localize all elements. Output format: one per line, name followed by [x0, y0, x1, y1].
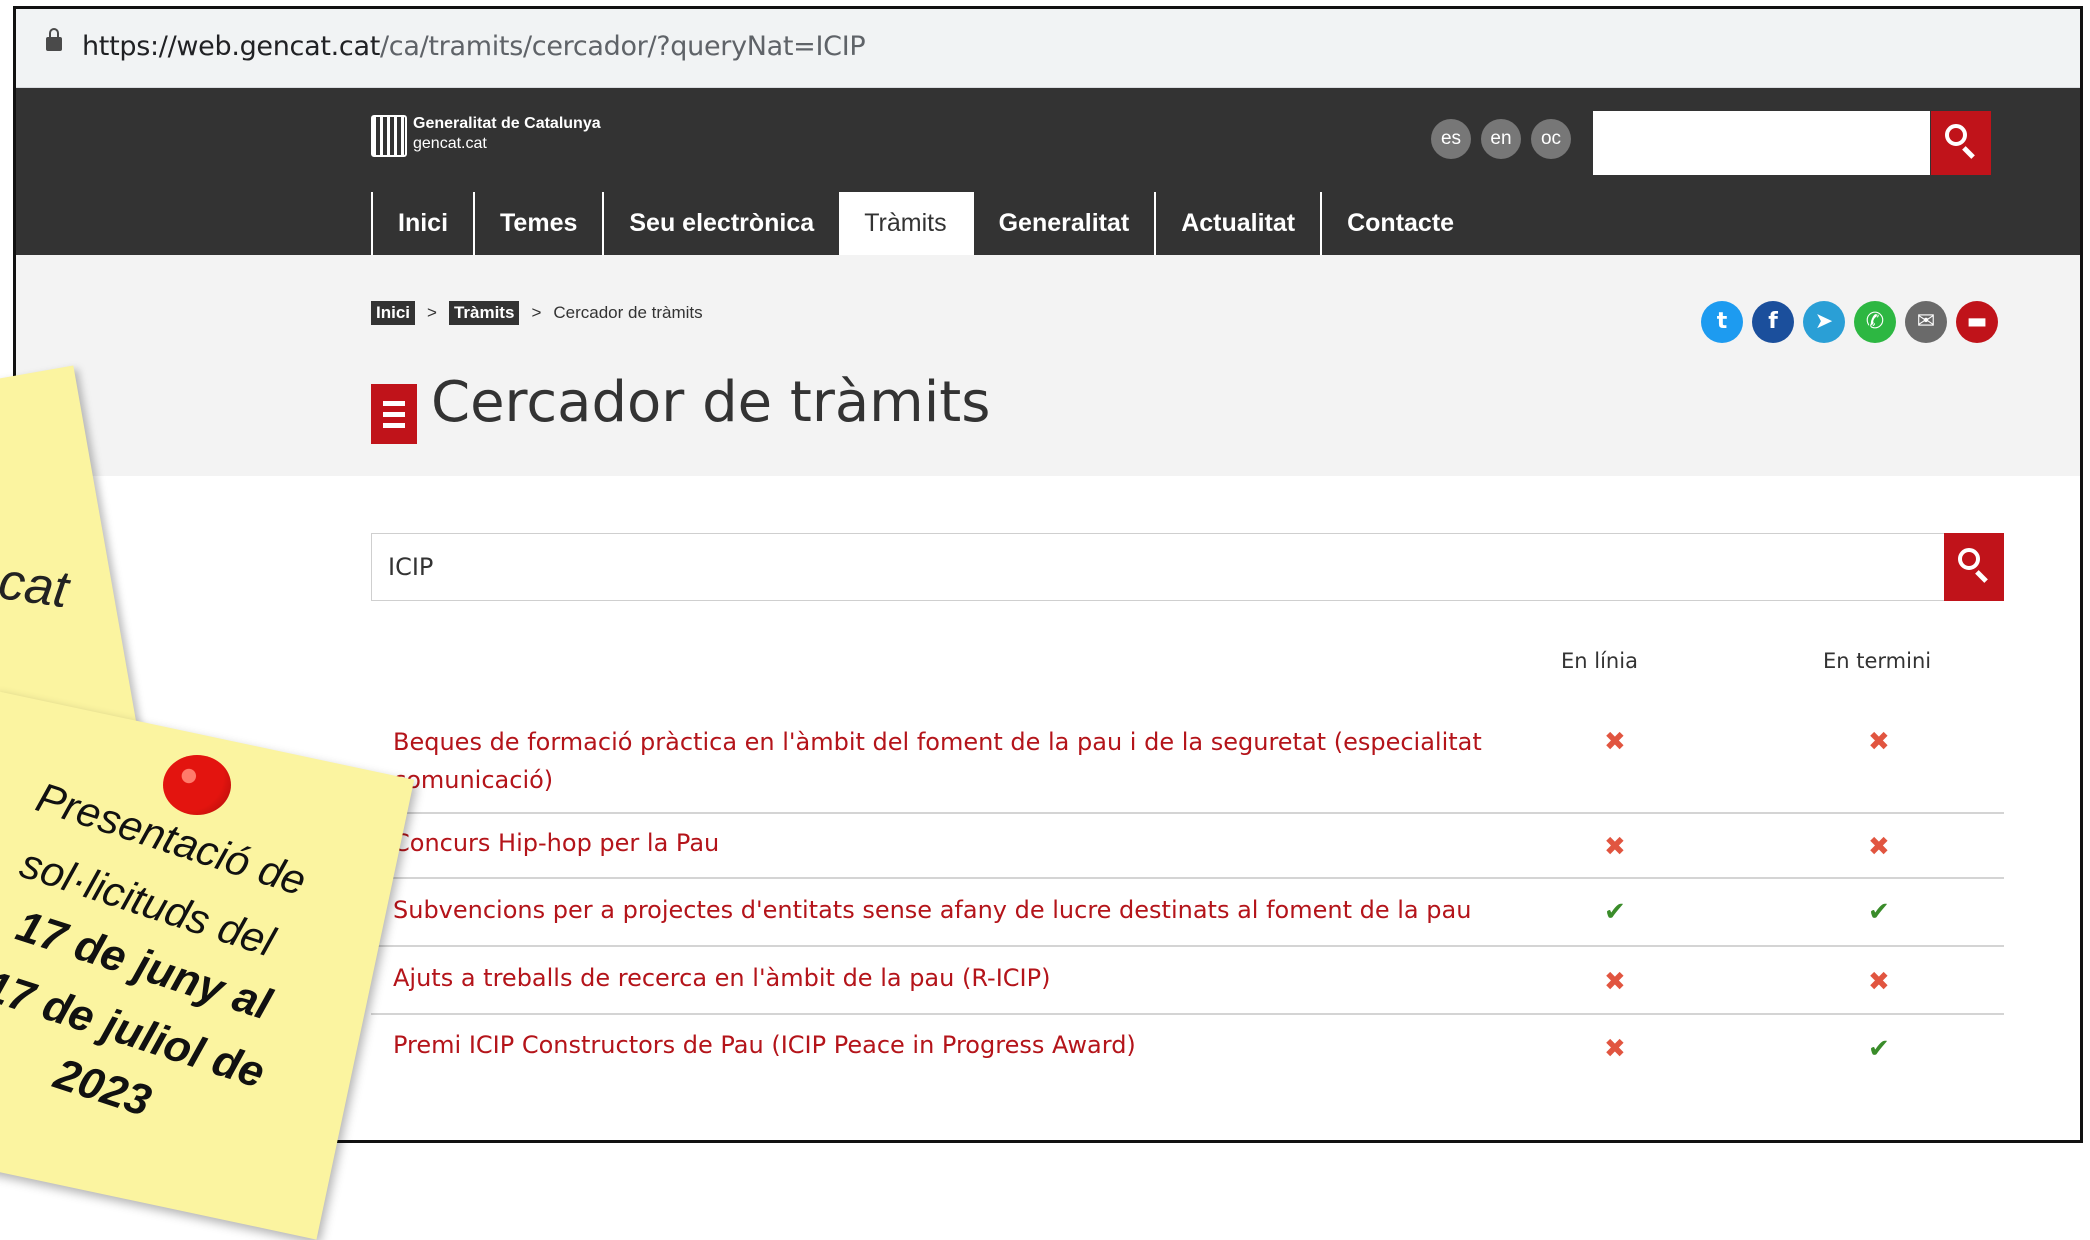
- breadcrumb-separator: >: [427, 303, 437, 322]
- header-search-button[interactable]: [1931, 111, 1991, 175]
- term-status-icon: ✖: [1868, 832, 1890, 862]
- menu-icon: [371, 384, 417, 444]
- breadcrumb-tramits[interactable]: Tràmits: [448, 301, 520, 325]
- telegram-icon[interactable]: ➤: [1803, 301, 1845, 343]
- column-header-term: En termini: [1823, 649, 1932, 673]
- nav-contacte[interactable]: Contacte: [1320, 192, 1479, 255]
- result-title-line: comunicació): [393, 766, 554, 794]
- print-icon[interactable]: ▬: [1956, 301, 1998, 343]
- online-status-icon: ✖: [1604, 832, 1626, 862]
- url-host: https://web.gencat.cat: [82, 31, 380, 62]
- address-bar[interactable]: https://web.gencat.cat/ca/tramits/cercad…: [16, 9, 2080, 88]
- lang-en[interactable]: en: [1481, 119, 1521, 159]
- header-search-input[interactable]: [1593, 111, 1930, 175]
- generalitat-logo-icon[interactable]: [371, 115, 407, 157]
- result-row: Premi ICIP Constructors de Pau (ICIP Pea…: [371, 1014, 2004, 1080]
- nav-tramits[interactable]: Tràmits: [839, 192, 972, 255]
- logo-text[interactable]: Generalitat de Catalunya gencat.cat: [413, 114, 601, 154]
- breadcrumb: Inici > Tràmits > Cercador de tràmits: [371, 301, 703, 325]
- lang-es[interactable]: es: [1431, 119, 1471, 159]
- page-title: Cercador de tràmits: [431, 370, 991, 435]
- nav-seu-electronica[interactable]: Seu electrònica: [602, 192, 839, 255]
- result-link[interactable]: Ajuts a treballs de recerca en l'àmbit d…: [393, 959, 1050, 997]
- breadcrumb-separator: >: [531, 303, 542, 322]
- result-row: Ajuts a treballs de recerca en l'àmbit d…: [371, 947, 2004, 1015]
- twitter-icon[interactable]: t: [1701, 301, 1743, 343]
- url-path: /ca/tramits/cercador/?queryNat=ICIP: [380, 31, 866, 62]
- nav-generalitat[interactable]: Generalitat: [971, 192, 1155, 255]
- result-row: Subvencions per a projectes d'entitats s…: [371, 879, 2004, 947]
- term-status-icon: ✔: [1868, 1034, 1890, 1064]
- term-status-icon: ✔: [1868, 897, 1890, 927]
- main-nav: Inici Temes Seu electrònica Tràmits Gene…: [371, 192, 1479, 255]
- online-status-icon: ✖: [1604, 967, 1626, 997]
- column-header-online: En línia: [1561, 649, 1638, 673]
- nav-temes[interactable]: Temes: [473, 192, 602, 255]
- term-status-icon: ✖: [1868, 727, 1890, 757]
- result-title-line: Beques de formació pràctica en l'àmbit d…: [393, 728, 1482, 756]
- whatsapp-icon[interactable]: ✆: [1854, 301, 1896, 343]
- pushpin-icon: [163, 755, 231, 815]
- site-header: Generalitat de Catalunya gencat.cat es e…: [16, 88, 2080, 255]
- result-link[interactable]: Beques de formació pràctica en l'àmbit d…: [393, 723, 1482, 799]
- email-icon[interactable]: ✉: [1905, 301, 1947, 343]
- search-icon: [1958, 548, 1980, 570]
- online-status-icon: ✔: [1604, 897, 1626, 927]
- logo-name: Generalitat de Catalunya: [413, 115, 601, 132]
- nav-inici[interactable]: Inici: [371, 192, 473, 255]
- result-row: Beques de formació pràctica en l'àmbit d…: [371, 711, 2004, 814]
- facebook-icon[interactable]: f: [1752, 301, 1794, 343]
- online-status-icon: ✖: [1604, 1034, 1626, 1064]
- result-link[interactable]: Concurs Hip-hop per la Pau: [393, 824, 719, 862]
- breadcrumb-home[interactable]: Inici: [371, 301, 416, 325]
- lock-icon: [46, 28, 62, 51]
- search-button[interactable]: [1944, 533, 2004, 601]
- result-row: Concurs Hip-hop per la Pau ✖ ✖: [371, 814, 2004, 879]
- title-band: Inici > Tràmits > Cercador de tràmits Ce…: [16, 255, 2080, 476]
- search-input[interactable]: ICIP: [371, 533, 1944, 601]
- logo-sub: gencat.cat: [413, 135, 487, 152]
- nav-actualitat[interactable]: Actualitat: [1154, 192, 1320, 255]
- term-status-icon: ✖: [1868, 967, 1890, 997]
- search-icon: [1945, 124, 1967, 146]
- lang-oc[interactable]: oc: [1531, 119, 1571, 159]
- url-text[interactable]: https://web.gencat.cat/ca/tramits/cercad…: [82, 31, 866, 62]
- result-link[interactable]: Subvencions per a projectes d'entitats s…: [393, 891, 1471, 929]
- online-status-icon: ✖: [1604, 727, 1626, 757]
- sticky-note-fragment: cat: [0, 552, 73, 620]
- breadcrumb-current: Cercador de tràmits: [553, 303, 703, 322]
- result-link[interactable]: Premi ICIP Constructors de Pau (ICIP Pea…: [393, 1026, 1136, 1064]
